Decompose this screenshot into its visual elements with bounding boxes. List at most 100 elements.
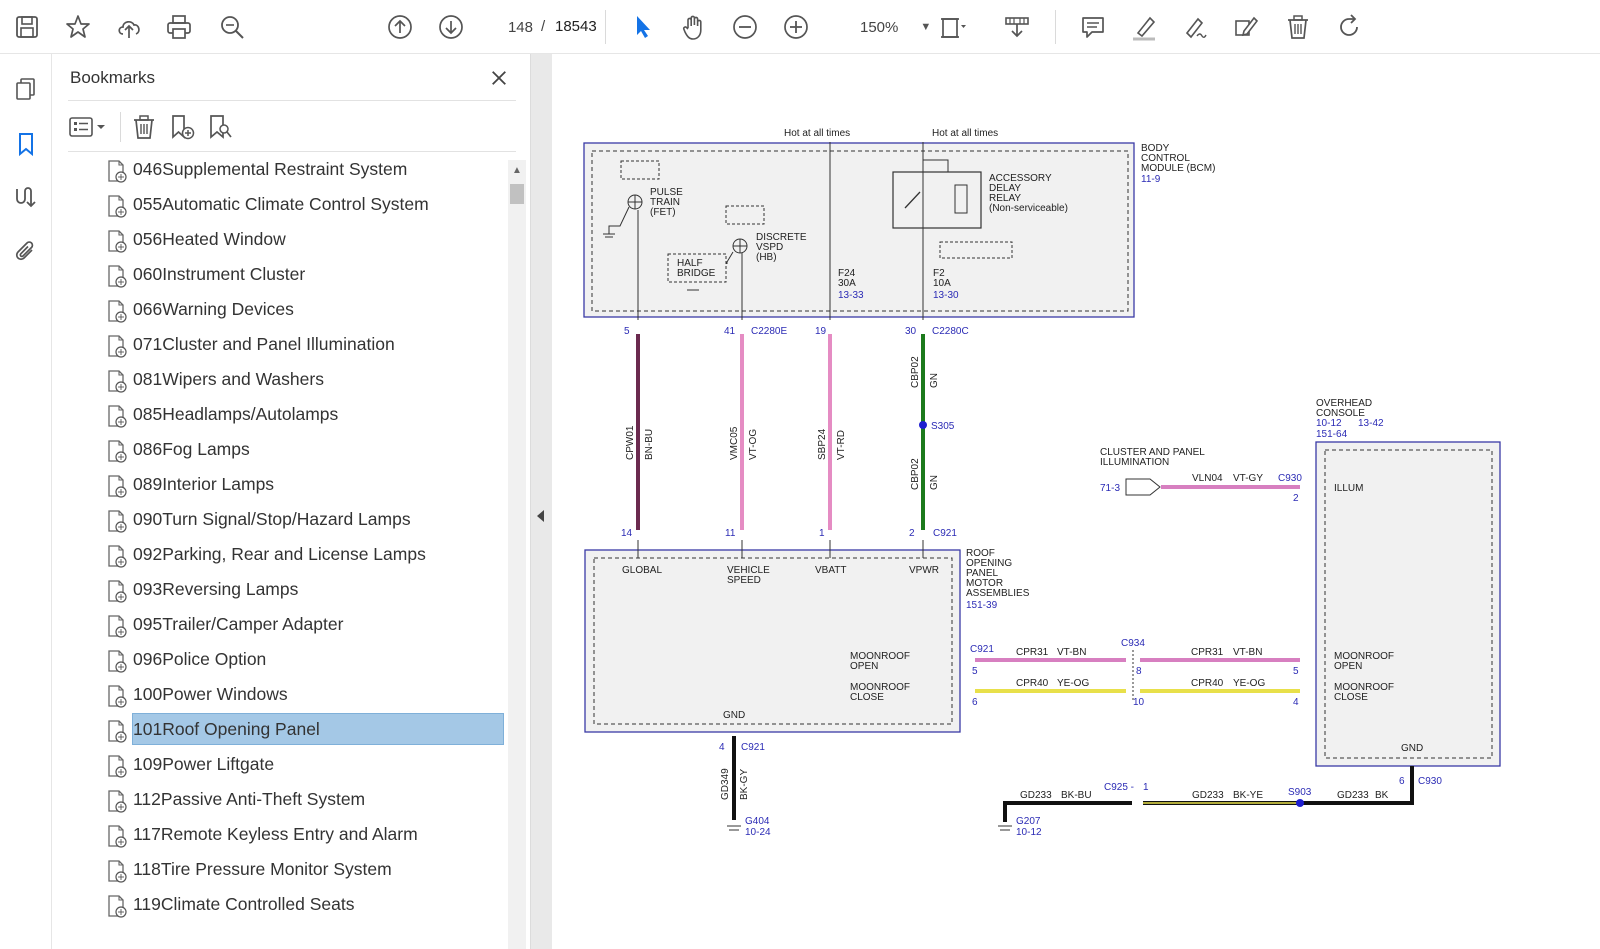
overhead-console-label: OVERHEAD CONSOLE: [1316, 398, 1372, 419]
scroll-up-icon[interactable]: ▲: [508, 160, 526, 180]
bookmark-item[interactable]: 085Headlamps/Autolamps: [102, 397, 506, 432]
bookmark-item[interactable]: 066Warning Devices: [102, 292, 506, 327]
bookmark-icon[interactable]: [8, 126, 44, 162]
zoom-value: 150%: [860, 18, 899, 36]
bookmark-item[interactable]: 060Instrument Cluster: [102, 257, 506, 292]
label-line: 10A: [933, 278, 951, 289]
bookmark-label: 109Power Liftgate: [133, 754, 275, 774]
rotate-icon[interactable]: [1331, 9, 1367, 45]
panel-title: Bookmarks: [70, 68, 156, 87]
delete-bookmark-icon[interactable]: [128, 110, 160, 144]
document-view[interactable]: BODY CONTROL MODULE (BCM) 11-9 Hot at all …: [553, 54, 1600, 949]
connector-c2280c: C2280C: [932, 326, 969, 337]
bookmark-item[interactable]: 101Roof Opening Panel: [102, 712, 506, 747]
pin-30: 30: [905, 326, 917, 337]
bookmark-page-icon: [106, 824, 128, 848]
vpwr-label: VPWR: [909, 565, 939, 576]
scroll-mode-icon[interactable]: [999, 9, 1035, 45]
bookmark-page-icon: [106, 159, 128, 183]
wire-code: CPR31: [1191, 647, 1224, 658]
cluster-illum-label: CLUSTER AND PANEL ILLUMINATION: [1100, 447, 1205, 468]
bookmark-item[interactable]: 081Wipers and Washers: [102, 362, 506, 397]
close-icon[interactable]: [485, 64, 513, 92]
bookmark-page-icon: [106, 579, 128, 603]
toolbar-divider: [1055, 10, 1056, 44]
ground-g404: G404: [745, 816, 770, 827]
bookmark-item[interactable]: 096Police Option: [102, 642, 506, 677]
bookmark-item[interactable]: 056Heated Window: [102, 222, 506, 257]
next-page-icon[interactable]: [433, 9, 469, 45]
save-icon[interactable]: [9, 9, 45, 45]
f24-label: F24 30A: [838, 268, 856, 289]
collapse-panel-icon[interactable]: [537, 510, 544, 522]
connector-c930: C930: [1278, 473, 1302, 484]
fit-page-icon[interactable]: [934, 9, 970, 45]
bookmarks-panel: Bookmarks 046Supplemental Restraint Syst…: [52, 54, 530, 949]
find-bookmark-icon[interactable]: [204, 110, 236, 144]
zoom-out-icon[interactable]: [727, 9, 763, 45]
cloud-upload-icon[interactable]: [111, 9, 147, 45]
bookmark-scrollbar[interactable]: ▲: [508, 160, 526, 949]
bookmark-item[interactable]: 117Remote Keyless Entry and Alarm: [102, 817, 506, 852]
zoom-in-icon[interactable]: [778, 9, 814, 45]
signatures-icon[interactable]: [8, 180, 44, 216]
bookmark-item[interactable]: 100Power Windows: [102, 677, 506, 712]
wire-code: SBP24: [817, 428, 828, 460]
pin-2-c: 2: [1293, 493, 1299, 504]
zoom-search-icon[interactable]: [214, 9, 250, 45]
page-thumbnails-icon[interactable]: [8, 71, 44, 107]
bookmark-options-icon[interactable]: [68, 110, 110, 144]
label-line: ASSEMBLIES: [966, 588, 1030, 599]
bookmark-item[interactable]: 046Supplemental Restraint System: [102, 152, 506, 187]
bookmark-page-icon: [106, 474, 128, 498]
bookmark-page-icon: [106, 789, 128, 813]
delete-icon[interactable]: [1280, 9, 1316, 45]
highlight-pen-icon[interactable]: [1126, 9, 1162, 45]
bookmark-page-icon: [106, 544, 128, 568]
bookmark-item[interactable]: 095Trailer/Camper Adapter: [102, 607, 506, 642]
comment-icon[interactable]: [1075, 9, 1111, 45]
bookmark-item[interactable]: 086Fog Lamps: [102, 432, 506, 467]
bookmark-item[interactable]: 071Cluster and Panel Illumination: [102, 327, 506, 362]
bookmark-label: 118Tire Pressure Monitor System: [133, 859, 392, 879]
ground-g404-ref: 10-24: [745, 827, 771, 838]
wire-code: GD233: [1192, 790, 1224, 801]
cluster-connector-symbol: [1125, 478, 1161, 496]
new-bookmark-icon[interactable]: [166, 110, 198, 144]
bookmark-item[interactable]: 090Turn Signal/Stop/Hazard Lamps: [102, 502, 506, 537]
pin-4-c: 4: [1293, 697, 1299, 708]
wire-code: VMC05: [729, 426, 740, 460]
edit-text-icon[interactable]: [1228, 9, 1264, 45]
panel-splitter[interactable]: [530, 54, 552, 949]
print-icon[interactable]: [161, 9, 197, 45]
bookmark-item[interactable]: 119Climate Controlled Seats: [102, 887, 506, 922]
bcm-label: BODY CONTROL MODULE (BCM): [1141, 143, 1215, 174]
bookmark-item[interactable]: 093Reversing Lamps: [102, 572, 506, 607]
label-line: OPEN: [1334, 661, 1362, 672]
bookmark-item[interactable]: 112Passive Anti-Theft System: [102, 782, 506, 817]
bookmark-item[interactable]: 055Automatic Climate Control System: [102, 187, 506, 222]
label-line: SPEED: [727, 575, 761, 586]
wire-color: VT-RD: [836, 430, 847, 460]
attachments-icon[interactable]: [8, 234, 44, 270]
bookmark-page-icon: [106, 334, 128, 358]
bookmark-item[interactable]: 109Power Liftgate: [102, 747, 506, 782]
bookmark-page-icon: [106, 614, 128, 638]
wire-code: CPW01: [625, 425, 636, 460]
zoom-select[interactable]: 150% ▼: [852, 12, 938, 42]
previous-page-icon[interactable]: [382, 9, 418, 45]
navigation-rail: [0, 54, 52, 949]
hand-tool-icon[interactable]: [676, 9, 712, 45]
bookmark-item[interactable]: 092Parking, Rear and License Lamps: [102, 537, 506, 572]
draw-sign-icon[interactable]: [1177, 9, 1213, 45]
bookmark-page-icon: [106, 509, 128, 533]
bookmark-item[interactable]: 118Tire Pressure Monitor System: [102, 852, 506, 887]
bookmark-label: 086Fog Lamps: [133, 439, 250, 459]
scroll-thumb[interactable]: [510, 184, 524, 204]
star-icon[interactable]: [60, 9, 96, 45]
select-cursor-icon[interactable]: [625, 9, 661, 45]
page-number-input[interactable]: [491, 14, 533, 40]
wire-color: BK: [1375, 790, 1389, 801]
bookmark-item[interactable]: 089Interior Lamps: [102, 467, 506, 502]
wire-code: CBP02: [910, 356, 921, 388]
